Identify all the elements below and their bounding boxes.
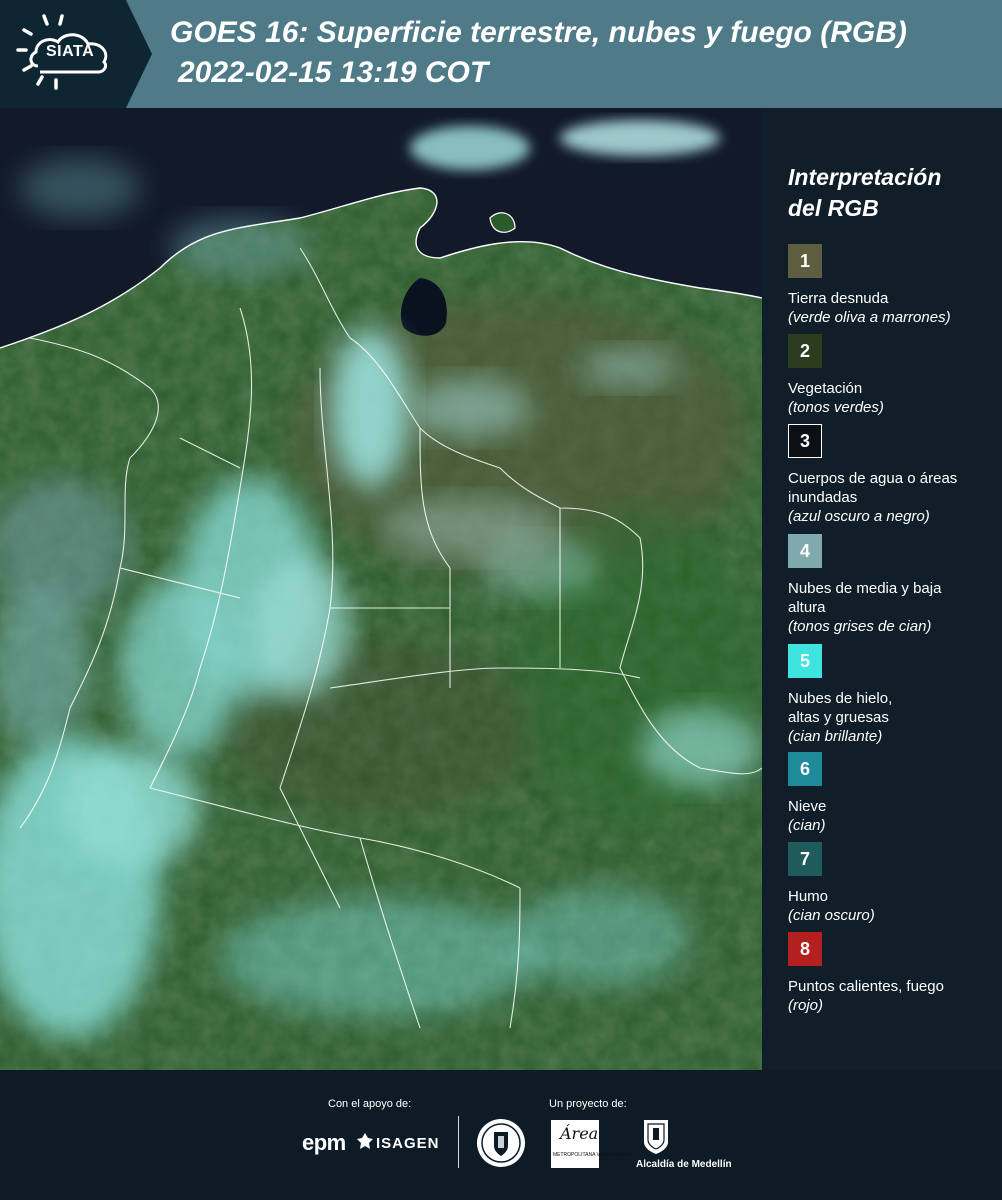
- legend-item-label: Nubes de hielo, altas y gruesas: [788, 690, 893, 726]
- legend-item-label: Cuerpos de agua o áreas inundadas: [788, 470, 958, 506]
- legend-swatch: 7: [788, 842, 822, 876]
- page-title: GOES 16: Superficie terrestre, nubes y f…: [170, 16, 907, 49]
- legend-title-line2: del RGB: [788, 195, 879, 221]
- legend-panel: Interpretación del RGB 1 Tierra desnuda …: [762, 108, 1002, 1070]
- legend-item-smoke: 7 Humo (cian oscuro): [788, 842, 1000, 925]
- legend-item-bare-soil: 1 Tierra desnuda (verde oliva a marrones…: [788, 244, 1000, 327]
- legend-item-vegetation: 2 Vegetación (tonos verdes): [788, 334, 1000, 417]
- legend-item-ice-clouds: 5 Nubes de hielo, altas y gruesas (cian …: [788, 644, 1000, 746]
- legend-swatch: 1: [788, 244, 822, 278]
- footer-divider: [458, 1116, 459, 1168]
- satellite-map: [0, 108, 762, 1070]
- legend-item-desc: (tonos grises de cian): [788, 618, 932, 635]
- medellin-crest-icon: [644, 1120, 668, 1154]
- siata-logo: SIATA: [0, 0, 152, 108]
- isagen-logo: ISAGEN: [376, 1135, 440, 1152]
- legend-item-water: 3 Cuerpos de agua o áreas inundadas (azu…: [788, 424, 1000, 526]
- siata-logo-text: SIATA: [46, 43, 95, 60]
- legend-item-desc: (verde oliva a marrones): [788, 309, 951, 326]
- medellin-label: Alcaldía de Medellín: [636, 1159, 732, 1170]
- legend-item-desc: (cian brillante): [788, 728, 883, 745]
- area-metropolitana-word: Área: [560, 1124, 599, 1143]
- legend-swatch: 6: [788, 752, 822, 786]
- project-label: Un proyecto de:: [549, 1098, 627, 1110]
- legend-item-fire: 8 Puntos calientes, fuego (rojo): [788, 932, 1000, 1015]
- legend-item-snow: 6 Nieve (cian): [788, 752, 1000, 835]
- header-bar: SIATA GOES 16: Superficie terrestre, nub…: [0, 0, 1002, 108]
- legend-swatch: 5: [788, 644, 822, 678]
- footer: Con el apoyo de: Un proyecto de: epm ISA…: [0, 1070, 1002, 1200]
- epm-logo: epm: [302, 1130, 346, 1155]
- legend-item-label: Nieve: [788, 798, 827, 815]
- legend-swatch: 2: [788, 334, 822, 368]
- legend-title: Interpretación del RGB: [788, 162, 998, 224]
- legend-swatch: 8: [788, 932, 822, 966]
- legend-item-label: Humo: [788, 888, 829, 905]
- legend-item-label: Nubes de media y baja altura: [788, 580, 942, 616]
- area-metropolitana-sub: METROPOLITANA Valle de Aburrá: [553, 1152, 631, 1158]
- legend-item-low-clouds: 4 Nubes de media y baja altura (tonos gr…: [788, 534, 1000, 636]
- support-label: Con el apoyo de:: [328, 1098, 412, 1110]
- legend-item-label: Puntos calientes, fuego: [788, 978, 944, 995]
- legend-title-line1: Interpretación: [788, 164, 942, 190]
- legend-item-desc: (tonos verdes): [788, 399, 884, 416]
- legend-item-desc: (azul oscuro a negro): [788, 508, 930, 525]
- timestamp: 2022-02-15 13:19 COT: [178, 56, 489, 89]
- isagen-icon: [357, 1133, 373, 1149]
- legend-item-desc: (cian oscuro): [788, 907, 875, 924]
- legend-item-desc: (cian): [788, 817, 826, 834]
- legend-swatch: 4: [788, 534, 822, 568]
- legend-item-label: Vegetación: [788, 380, 863, 397]
- legend-item-desc: (rojo): [788, 997, 824, 1014]
- legend-item-label: Tierra desnuda: [788, 290, 889, 307]
- university-seal-icon: [477, 1119, 525, 1167]
- legend-swatch: 3: [788, 424, 822, 458]
